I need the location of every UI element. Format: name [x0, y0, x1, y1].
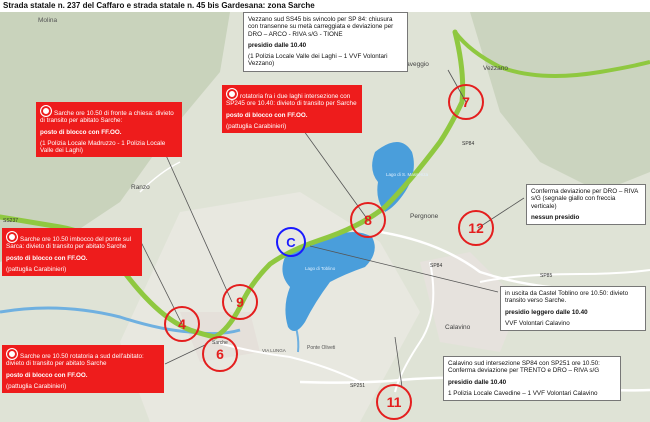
- callout-8: rotatoria fra i due laghi intersezione c…: [222, 85, 362, 134]
- callout-8-text: rotatoria fra i due laghi intersezione c…: [226, 93, 357, 108]
- marker-9-label: 9: [236, 294, 244, 310]
- label-calavino: Calavino: [445, 324, 471, 331]
- callout-4-detail: (pattuglia Carabinieri): [6, 265, 67, 273]
- label-ponte-oliveti: Ponte Oliveti: [307, 345, 335, 351]
- marker-12-label: 12: [468, 220, 484, 236]
- label-sp85: SP85: [540, 273, 552, 279]
- callout-6-text: Sarche ore 10.50 rotatoria a sud dell'ab…: [6, 353, 144, 368]
- callout-4-text: Sarche ore 10.50 imbocco del ponte sul S…: [6, 236, 131, 251]
- label-sp84-b: SP84: [430, 263, 442, 269]
- callout-7-text: Vezzano sud SS45 bis svincolo per SP 84:…: [248, 16, 394, 38]
- callout-12-presidio: nessun presidio: [531, 213, 580, 221]
- no-entry-icon: [40, 105, 52, 117]
- label-ss237: SS237: [3, 218, 18, 224]
- label-molina: Molina: [38, 17, 58, 24]
- callout-9-text: Sarche ore 10.50 di fronte a chiesa: div…: [40, 110, 174, 125]
- marker-11-label: 11: [387, 394, 402, 410]
- map-title: Strada statale n. 237 del Caffaro e stra…: [3, 1, 315, 10]
- marker-4-label: 4: [178, 316, 186, 332]
- marker-c-label: C: [286, 235, 296, 250]
- callout-9: Sarche ore 10.50 di fronte a chiesa: div…: [36, 102, 182, 158]
- callout-4-block: posto di blocco con FF.OO.: [6, 254, 88, 262]
- callout-7: Vezzano sud SS45 bis svincolo per SP 84:…: [243, 12, 408, 72]
- marker-7-label: 7: [462, 94, 470, 110]
- callout-11-presidio: presidio dalle 10.40: [448, 378, 507, 386]
- label-via-lunga: VIA LUNGA: [262, 348, 286, 353]
- callout-12: Conferma deviazione per DRO – RIVA s/G (…: [526, 184, 646, 226]
- marker-8-label: 8: [364, 212, 372, 228]
- no-entry-icon: [6, 348, 18, 360]
- callout-7-detail: (1 Polizia Locale Valle dei Laghi – 1 VV…: [248, 53, 388, 68]
- callout-c-text: in uscita da Castel Toblino ore 10.50: d…: [505, 290, 629, 305]
- label-lago-toblino: Lago di Toblino: [305, 266, 336, 271]
- marker-6-label: 6: [216, 346, 224, 362]
- callout-7-presidio: presidio dalle 10.40: [248, 41, 307, 49]
- callout-6-block: posto di blocco con FF.OO.: [6, 371, 88, 379]
- callout-11: Calavino sud intersezione SP84 con SP251…: [443, 356, 621, 402]
- callout-c-detail: VVF Volontari Calavino: [505, 319, 570, 327]
- callout-6: Sarche ore 10.50 rotatoria a sud dell'ab…: [2, 345, 164, 394]
- callout-9-block: posto di blocco con FF.OO.: [40, 128, 122, 136]
- callout-4: Sarche ore 10.50 imbocco del ponte sul S…: [2, 228, 142, 277]
- label-lago-santa-massenza: Lago di S. Massenza: [386, 172, 429, 177]
- callout-6-detail: (pattuglia Carabinieri): [6, 382, 67, 390]
- label-pergnone: Pergnone: [410, 213, 439, 220]
- label-ranzo: Ranzo: [131, 184, 150, 191]
- callout-11-text: Calavino sud intersezione SP84 con SP251…: [448, 360, 600, 375]
- callout-11-detail: 1 Polizia Locale Cavedine – 1 VVF Volont…: [448, 389, 598, 397]
- no-entry-icon: [6, 231, 18, 243]
- label-sp84-a: SP84: [462, 141, 474, 147]
- callout-c-presidio: presidio leggero dalle 10.40: [505, 308, 588, 316]
- callout-9-detail: (1 Polizia Locale Madruzzo - 1 Polizia L…: [40, 139, 166, 155]
- callout-8-detail: (pattuglia Carabinieri): [226, 122, 287, 130]
- label-vezzano: Vezzano: [483, 65, 508, 72]
- callout-8-block: posto di blocco con FF.OO.: [226, 111, 308, 119]
- callout-12-text: Conferma deviazione per DRO – RIVA s/G (…: [531, 188, 638, 210]
- callout-c: in uscita da Castel Toblino ore 10.50: d…: [500, 286, 646, 332]
- label-sp251: SP251: [350, 383, 365, 389]
- no-entry-icon: [226, 88, 238, 100]
